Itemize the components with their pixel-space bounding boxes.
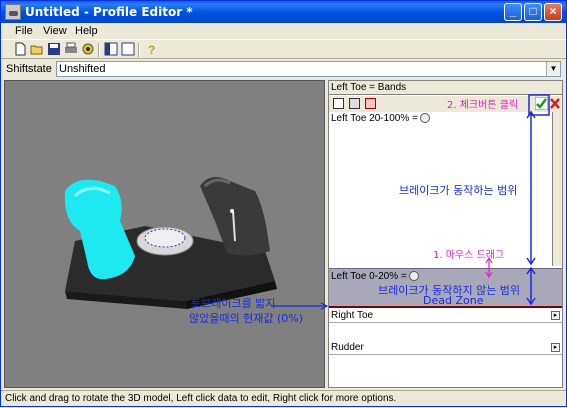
annotation-step2: 2. 체크버튼 클릭 — [447, 100, 519, 111]
annotation-current-value-line1: 토브레이크를 밟지 — [191, 297, 276, 310]
annotation-overlay — [271, 94, 550, 310]
annotation-step1: 1. 마우스 드래그 — [433, 250, 505, 261]
status-bar: Click and drag to rotate the 3D model, L… — [1, 390, 566, 406]
check-highlight-box — [528, 94, 550, 116]
annotation-dead-zone: Dead Zone — [423, 294, 484, 307]
annotation-current-value-line2: 않았을때의 현재값 (0%) — [189, 312, 303, 325]
main-window: Untitled - Profile Editor * _ □ × File V… — [0, 0, 567, 407]
annotation-active-range: 브레이크가 동작하는 범위 — [399, 184, 518, 197]
